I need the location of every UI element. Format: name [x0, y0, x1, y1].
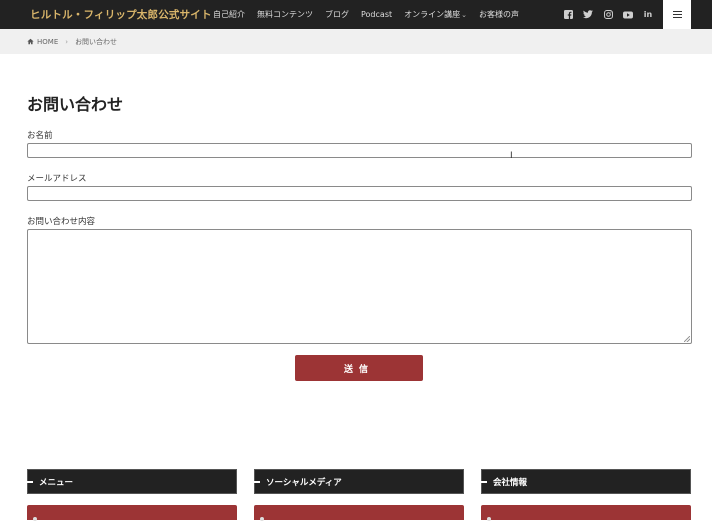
- footer-social-link[interactable]: [254, 505, 464, 521]
- breadcrumb-separator: ›: [65, 37, 69, 46]
- widget-title-text: 会社情報: [493, 477, 528, 488]
- social-links: in: [563, 0, 663, 29]
- nav-item-free-content[interactable]: 無料コンテンツ: [257, 9, 313, 20]
- breadcrumb-home-link[interactable]: HOME: [37, 38, 58, 46]
- text-cursor-icon: I: [510, 151, 513, 161]
- footer-company-link[interactable]: [481, 505, 691, 521]
- widget-title-text: メニュー: [39, 477, 74, 488]
- instagram-icon[interactable]: [603, 10, 613, 20]
- name-label: お名前: [27, 131, 53, 141]
- nav-label: 自己紹介: [213, 10, 245, 19]
- footer-widget-company-title: 会社情報: [481, 469, 691, 494]
- bullet-icon: [260, 517, 264, 521]
- message-textarea[interactable]: [27, 229, 692, 344]
- twitter-icon[interactable]: [583, 10, 593, 20]
- nav-label: Podcast: [361, 10, 393, 19]
- nav-item-online-course[interactable]: オンライン講座 ⌄: [404, 9, 467, 20]
- breadcrumb: HOME › お問い合わせ: [0, 29, 712, 54]
- email-label: メールアドレス: [27, 174, 87, 184]
- chevron-down-icon: ⌄: [461, 10, 467, 19]
- page-title: お問い合わせ: [27, 95, 124, 114]
- site-header: ヒルトル・フィリップ太郎公式サイト 自己紹介 無料コンテンツ ブログ Podca…: [0, 0, 712, 29]
- breadcrumb-current: お問い合わせ: [75, 37, 118, 46]
- name-field[interactable]: [27, 143, 692, 158]
- email-field[interactable]: [27, 186, 692, 201]
- youtube-icon[interactable]: [623, 10, 633, 20]
- widget-title-text: ソーシャルメディア: [266, 477, 342, 488]
- nav-item-podcast[interactable]: Podcast: [361, 10, 392, 19]
- main-nav: 自己紹介 無料コンテンツ ブログ Podcast オンライン講座 ⌄ お客様の声: [213, 0, 531, 29]
- hamburger-icon: [672, 11, 682, 18]
- submit-button[interactable]: 送信: [295, 355, 423, 381]
- resize-handle-icon[interactable]: [684, 336, 690, 342]
- nav-label: 無料コンテンツ: [257, 10, 313, 19]
- bullet-icon: [33, 517, 37, 521]
- facebook-icon[interactable]: [563, 10, 573, 20]
- footer-widget-social-title: ソーシャルメディア: [254, 469, 464, 494]
- footer-widget-menu-title: メニュー: [27, 469, 237, 494]
- linkedin-text: in: [643, 10, 653, 19]
- nav-item-profile[interactable]: 自己紹介: [213, 9, 245, 20]
- hamburger-menu-button[interactable]: [663, 0, 691, 29]
- linkedin-icon[interactable]: in: [643, 10, 653, 20]
- nav-item-blog[interactable]: ブログ: [325, 9, 349, 20]
- nav-label: オンライン講座: [404, 10, 461, 19]
- nav-item-testimonials[interactable]: お客様の声: [479, 9, 519, 20]
- home-icon: [27, 38, 34, 45]
- message-label: お問い合わせ内容: [27, 217, 96, 227]
- nav-label: ブログ: [325, 10, 349, 19]
- footer-menu-link[interactable]: [27, 505, 237, 521]
- bullet-icon: [487, 517, 491, 521]
- site-logo-title[interactable]: ヒルトル・フィリップ太郎公式サイト: [30, 7, 212, 22]
- nav-label: お客様の声: [479, 10, 519, 19]
